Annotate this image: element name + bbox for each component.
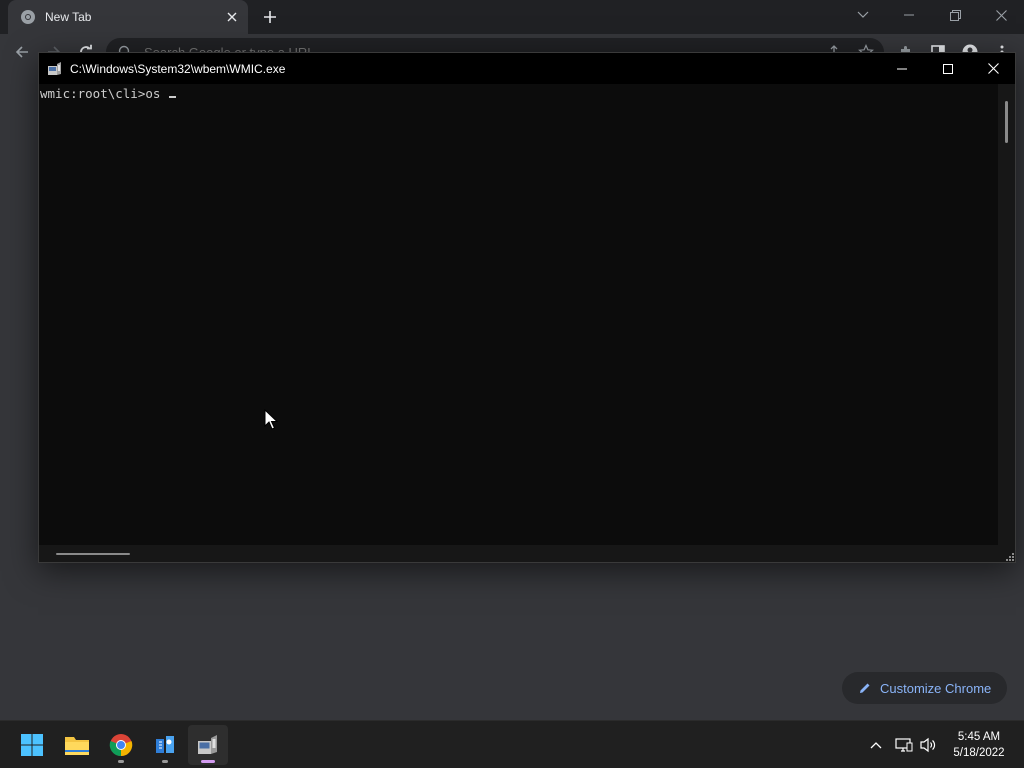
network-admin-running-indicator [162, 760, 168, 763]
mouse-pointer-icon [264, 408, 279, 431]
console-maximize-icon[interactable] [925, 53, 971, 84]
start-button[interactable] [12, 725, 52, 765]
chrome-tab-strip: New Tab [0, 0, 1024, 34]
taskbar-file-explorer[interactable] [57, 725, 97, 765]
taskbar-network-admin[interactable] [145, 725, 185, 765]
customize-chrome-label: Customize Chrome [880, 680, 992, 696]
wmic-app-icon [47, 61, 63, 77]
chrome-icon [109, 734, 133, 757]
chevron-up-icon[interactable] [866, 735, 886, 755]
taskbar-wmic[interactable] [188, 725, 228, 765]
wmic-console-window[interactable]: C:\Windows\System32\wbem\WMIC.exe wmic:r… [38, 52, 1016, 563]
volume-icon[interactable] [918, 735, 938, 755]
console-close-icon[interactable] [970, 53, 1016, 84]
console-prompt-text: wmic:root\cli>os [40, 86, 168, 101]
chrome-running-indicator [118, 760, 124, 763]
start-icon [21, 734, 43, 756]
clock-date: 5/18/2022 [953, 747, 1005, 759]
chrome-favicon-icon [20, 9, 36, 25]
console-title: C:\Windows\System32\wbem\WMIC.exe [70, 61, 286, 76]
clock-time: 5:45 AM [957, 731, 1001, 743]
new-tab-button[interactable] [260, 7, 280, 27]
back-arrow-icon[interactable] [14, 44, 30, 60]
tab-title: New Tab [45, 10, 92, 24]
customize-chrome-button[interactable]: Customize Chrome [842, 672, 1007, 704]
console-minimize-icon[interactable] [879, 53, 925, 84]
wmic-icon [198, 735, 217, 754]
vertical-scrollbar[interactable] [998, 84, 1015, 546]
network-admin-icon [156, 736, 174, 753]
taskbar-chrome[interactable] [101, 725, 141, 765]
horizontal-scrollbar[interactable] [39, 545, 999, 562]
taskbar-clock[interactable]: 5:45 AM 5/18/2022 [944, 729, 1014, 761]
chrome-minimize-icon[interactable] [886, 0, 932, 30]
text-cursor [168, 96, 176, 98]
chrome-close-icon[interactable] [978, 0, 1024, 30]
console-title-bar[interactable]: C:\Windows\System32\wbem\WMIC.exe [39, 53, 1015, 84]
pencil-icon [858, 681, 872, 695]
network-icon[interactable] [894, 735, 914, 755]
horizontal-scroll-thumb[interactable] [56, 553, 130, 555]
wmic-active-indicator [201, 760, 215, 763]
vertical-scroll-thumb[interactable] [1005, 101, 1008, 143]
resize-grip-icon[interactable] [998, 545, 1015, 562]
console-output-area[interactable]: wmic:root\cli>os [39, 84, 999, 546]
chrome-restore-icon[interactable] [932, 0, 978, 30]
console-prompt-line: wmic:root\cli>os [40, 86, 176, 101]
taskbar: 5:45 AM 5/18/2022 [0, 720, 1024, 768]
tab-new-tab[interactable]: New Tab [8, 0, 248, 34]
file-explorer-icon [65, 737, 89, 755]
tab-close-icon[interactable] [224, 9, 240, 25]
tab-search-icon[interactable] [840, 0, 886, 30]
